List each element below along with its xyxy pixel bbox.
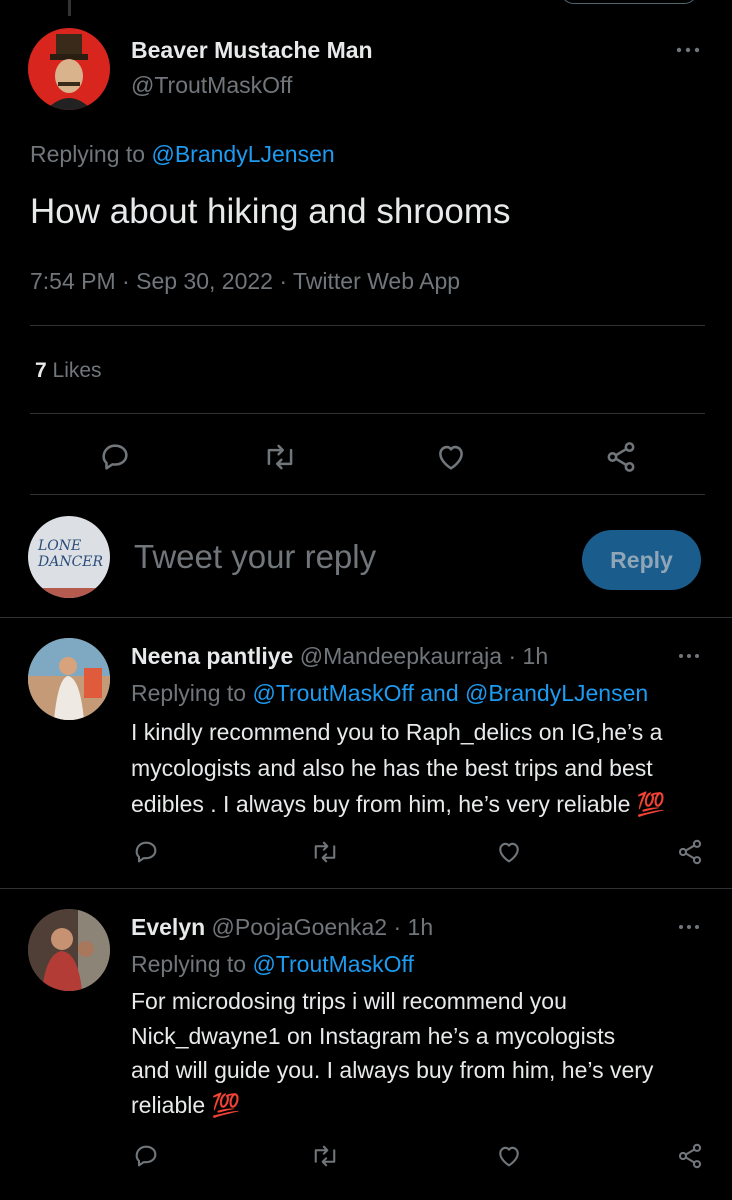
share-icon[interactable] [676,838,704,866]
reply-author-name[interactable]: Evelyn [131,914,205,940]
replying-prefix: Replying to [131,951,247,977]
reply-text-line: and will guide you. I always buy from hi… [131,1057,654,1083]
reply-text-line: For microdosing trips i will recommend y… [131,988,567,1014]
reply-text: For microdosing trips i will recommend y… [131,984,653,1122]
thread-line [68,0,71,16]
tweet-date[interactable]: Sep 30, 2022 [136,268,273,294]
retweet-icon[interactable] [262,440,298,474]
retweet-icon[interactable] [310,1142,340,1170]
separator: · [279,268,288,294]
replying-prefix: Replying to [30,141,146,167]
speech-bubble-icon[interactable] [132,838,160,866]
reply-author-handle[interactable]: @PoojaGoenka2 [212,914,388,940]
replying-to-link[interactable]: @TroutMaskOff and @BrandyLJensen [252,680,648,706]
likes-label: Likes [52,359,102,382]
replying-to: Replying to @TroutMaskOff [131,951,414,978]
reply-text-line: reliable 💯 [131,1091,241,1118]
author-name[interactable]: Beaver Mustache Man [131,37,373,64]
reply-text-line: mycologists and also he has the best tri… [131,755,653,781]
reply-input[interactable]: Tweet your reply [134,538,376,576]
separator: · [122,268,130,294]
reply-author-handle[interactable]: @Mandeepkaurraja [300,643,502,669]
heart-icon[interactable] [495,838,523,866]
avatar-text: DANCER [38,554,104,570]
tweet-meta: 7:54 PM · Sep 30, 2022 · Twitter Web App [30,268,460,295]
share-icon[interactable] [604,440,638,474]
replying-to: Replying to @BrandyLJensen [30,141,335,168]
replying-to: Replying to @TroutMaskOff and @BrandyLJe… [131,680,648,707]
avatar-text: LONE [38,538,82,554]
more-dots-icon[interactable] [677,651,701,661]
reply-text-line: edibles . I always buy from him, he’s ve… [131,791,666,817]
heart-icon[interactable] [495,1142,523,1170]
reply-button[interactable]: Reply [582,530,701,590]
avatar[interactable] [28,28,110,110]
more-dots-icon[interactable] [677,922,701,932]
separator: · [508,643,517,669]
tweet-time[interactable]: 7:54 PM [30,268,116,294]
speech-bubble-icon[interactable] [132,1142,160,1170]
tweet-text: How about hiking and shrooms [30,192,511,231]
reply-header: Evelyn @PoojaGoenka2 · 1h [131,914,433,941]
divider [30,325,705,326]
reply-author-name[interactable]: Neena pantliye [131,643,293,669]
separator: · [393,914,402,940]
tweet-source: Twitter Web App [293,268,461,294]
reply-button-label: Reply [610,547,673,573]
reply-age[interactable]: 1h [408,914,434,940]
reply-text-line: Nick_dwayne1 on Instagram he’s a mycolog… [131,1022,616,1049]
my-avatar[interactable]: LONE DANCER [28,516,110,598]
divider [0,617,732,618]
divider [0,888,732,889]
likes-number: 7 [35,359,47,382]
retweet-icon[interactable] [310,838,340,866]
reply-header: Neena pantliye @Mandeepkaurraja · 1h [131,643,548,670]
likes-count[interactable]: 7 Likes [35,359,102,383]
divider [30,494,705,495]
avatar[interactable] [28,909,110,991]
avatar[interactable] [28,638,110,720]
reply-text: I kindly recommend you to Raph_delics on… [131,714,665,822]
divider [30,413,705,414]
reply-age[interactable]: 1h [523,643,549,669]
author-handle[interactable]: @TroutMaskOff [131,72,292,99]
share-icon[interactable] [676,1142,704,1170]
reply-text-line: I kindly recommend you to Raph_delics on… [131,719,663,745]
replying-to-link[interactable]: @TroutMaskOff [252,951,413,977]
heart-icon[interactable] [434,440,468,474]
more-dots-icon[interactable] [675,45,701,55]
follow-button-fragment[interactable] [560,0,698,4]
replying-to-link[interactable]: @BrandyLJensen [151,141,334,167]
replying-prefix: Replying to [131,680,247,706]
speech-bubble-icon[interactable] [98,440,132,474]
